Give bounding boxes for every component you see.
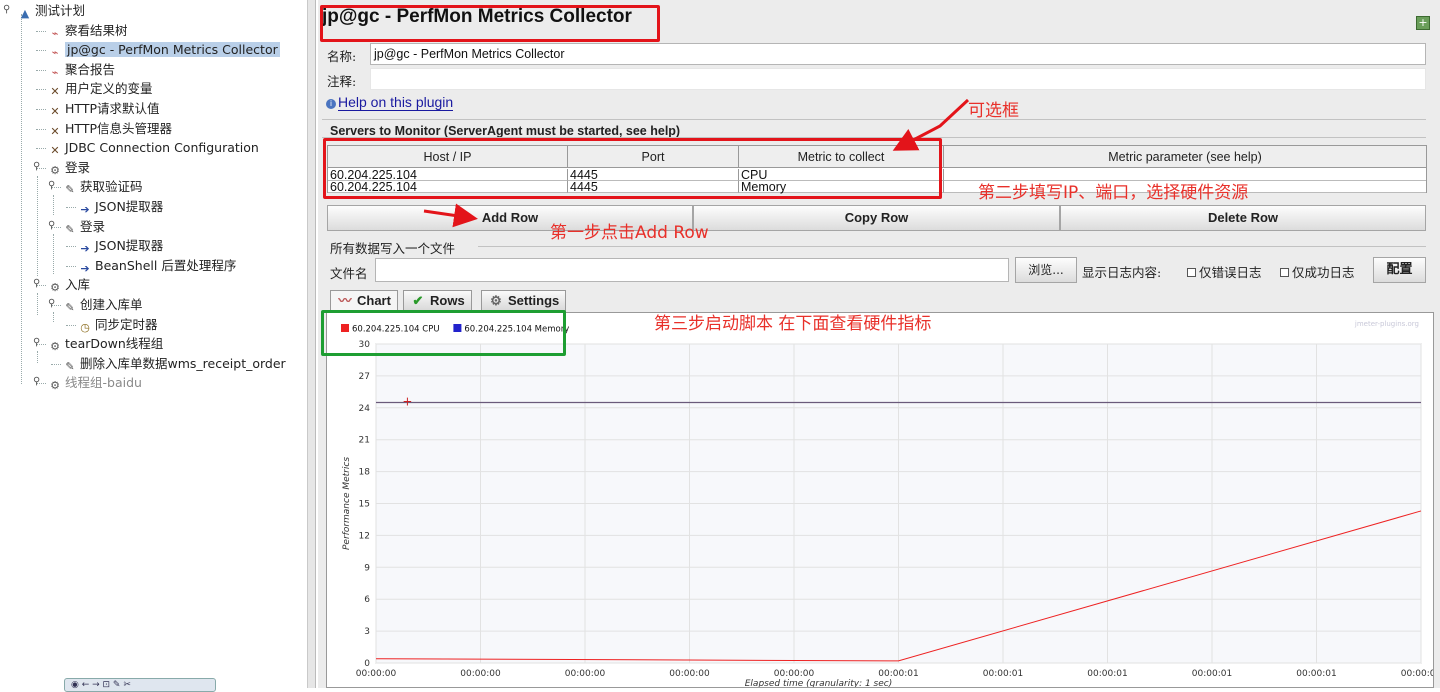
- annotation-optional-text: 可选框: [968, 101, 1019, 121]
- arrow-to-metric-column: [892, 98, 970, 151]
- annotation-arrows: [423, 98, 970, 228]
- annotation-step1-text: 第一步点击Add Row: [550, 223, 709, 243]
- arrow-to-add-row: [423, 203, 478, 228]
- annotation-step3-text: 第三步启动脚本 在下面查看硬件指标: [654, 314, 932, 334]
- annotation-step2-text: 第二步填写IP、端口，选择硬件资源: [978, 183, 1249, 203]
